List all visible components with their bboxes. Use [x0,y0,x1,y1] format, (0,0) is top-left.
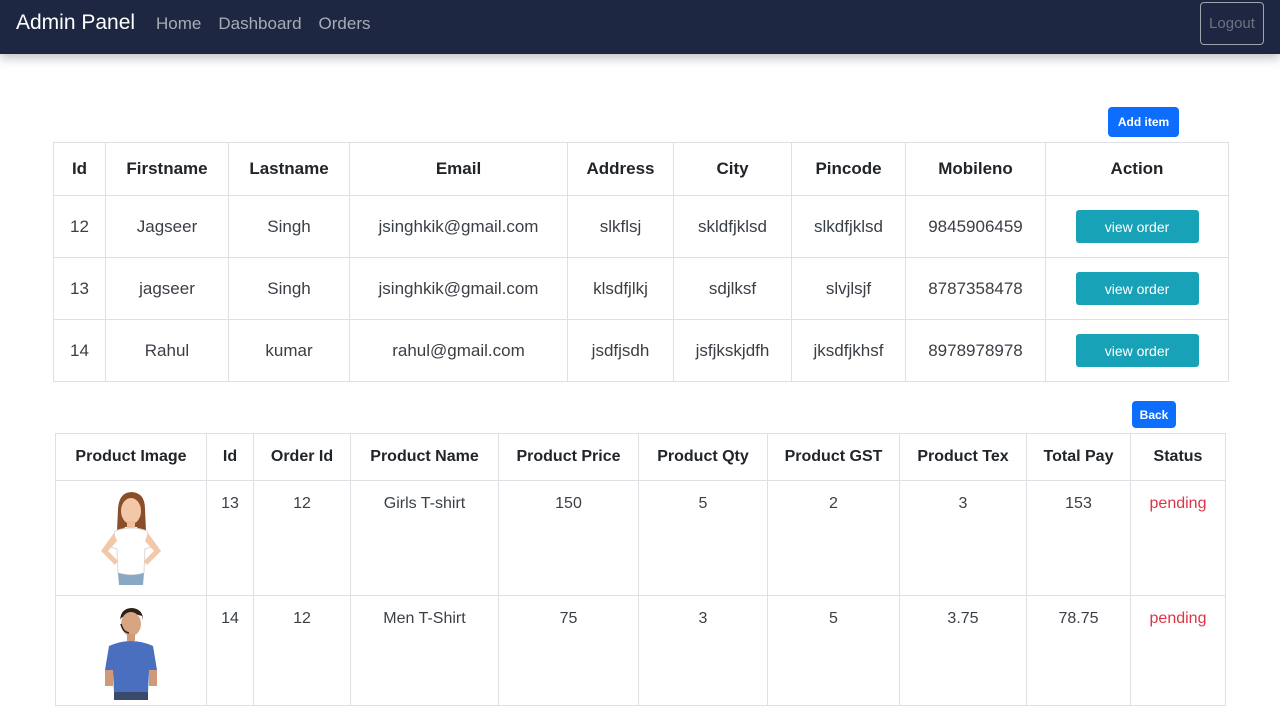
cell-address: slkflsj [567,195,674,258]
col-header-product-tex: Product Tex [899,433,1027,481]
col-header-city: City [673,142,792,196]
view-order-button[interactable]: view order [1075,334,1199,367]
cell-product-tex: 3 [899,480,1027,596]
cell-pincode: slvjlsjf [791,257,906,320]
view-order-button[interactable]: view order [1075,210,1199,243]
cell-action: view order [1045,257,1229,320]
col-header-product-qty: Product Qty [638,433,768,481]
col-header-status: Status [1130,433,1226,481]
cell-email: jsinghkik@gmail.com [349,195,568,258]
nav-link-orders[interactable]: Orders [319,14,371,34]
cell-id: 14 [206,595,254,706]
cell-pincode: slkdfjklsd [791,195,906,258]
cell-email: rahul@gmail.com [349,319,568,382]
table-row: 13 jagseer Singh jsinghkik@gmail.com kls… [53,257,1229,320]
cell-city: skldfjklsd [673,195,792,258]
cell-firstname: jagseer [105,257,229,320]
cell-product-name: Men T-Shirt [350,595,499,706]
col-header-address: Address [567,142,674,196]
col-header-action: Action [1045,142,1229,196]
col-header-product-image: Product Image [55,433,207,481]
col-header-order-id: Order Id [253,433,351,481]
status-badge: pending [1149,495,1207,512]
cell-product-image [55,595,207,706]
cell-firstname: Jagseer [105,195,229,258]
cell-total-pay: 153 [1026,480,1131,596]
cell-product-gst: 5 [767,595,900,706]
cell-address: jsdfjsdh [567,319,674,382]
men-tshirt-photo [105,608,157,700]
cell-lastname: Singh [228,257,350,320]
cell-order-id: 12 [253,480,351,596]
table-row: 14 Rahul kumar rahul@gmail.com jsdfjsdh … [53,319,1229,382]
view-order-button[interactable]: view order [1075,272,1199,305]
cell-product-image [55,480,207,596]
cell-product-price: 75 [498,595,639,706]
cell-product-price: 150 [498,480,639,596]
brand-title[interactable]: Admin Panel [16,11,135,35]
table-row: 12 Jagseer Singh jsinghkik@gmail.com slk… [53,195,1229,258]
cell-product-gst: 2 [767,480,900,596]
back-button[interactable]: Back [1132,401,1176,428]
nav-links: Home Dashboard Orders [156,14,388,34]
cell-id: 12 [53,195,106,258]
cell-lastname: kumar [228,319,350,382]
orders-table-header: Product Image Id Order Id Product Name P… [55,433,1226,481]
cell-status: pending [1130,595,1226,706]
cell-product-qty: 3 [638,595,768,706]
cell-product-tex: 3.75 [899,595,1027,706]
cell-mobileno: 8978978978 [905,319,1046,382]
cell-id: 13 [206,480,254,596]
table-row: 13 12 Girls T-shirt 150 5 2 3 153 pendin… [55,480,1226,596]
status-badge: pending [1149,610,1207,627]
cell-status: pending [1130,480,1226,596]
col-header-mobileno: Mobileno [905,142,1046,196]
cell-product-qty: 5 [638,480,768,596]
cell-total-pay: 78.75 [1026,595,1131,706]
cell-mobileno: 8787358478 [905,257,1046,320]
col-header-product-gst: Product GST [767,433,900,481]
col-header-lastname: Lastname [228,142,350,196]
cell-email: jsinghkik@gmail.com [349,257,568,320]
nav-link-home[interactable]: Home [156,14,201,34]
col-header-total-pay: Total Pay [1026,433,1131,481]
cell-id: 13 [53,257,106,320]
cell-action: view order [1045,195,1229,258]
add-item-button[interactable]: Add item [1108,107,1179,137]
users-table: Id Firstname Lastname Email Address City… [53,142,1229,382]
table-row: 14 12 Men T-Shirt 75 3 5 3.75 78.75 pend… [55,595,1226,706]
col-header-id: Id [53,142,106,196]
top-navbar: Admin Panel Home Dashboard Orders Logout [0,0,1280,54]
col-header-id: Id [206,433,254,481]
cell-id: 14 [53,319,106,382]
col-header-pincode: Pincode [791,142,906,196]
orders-table: Product Image Id Order Id Product Name P… [55,433,1226,706]
cell-action: view order [1045,319,1229,382]
nav-link-dashboard[interactable]: Dashboard [218,14,301,34]
girl-tshirt-photo [101,492,161,585]
cell-product-name: Girls T-shirt [350,480,499,596]
cell-lastname: Singh [228,195,350,258]
cell-order-id: 12 [253,595,351,706]
col-header-product-name: Product Name [350,433,499,481]
users-table-header: Id Firstname Lastname Email Address City… [53,142,1229,196]
col-header-email: Email [349,142,568,196]
cell-firstname: Rahul [105,319,229,382]
col-header-product-price: Product Price [498,433,639,481]
col-header-firstname: Firstname [105,142,229,196]
cell-city: jsfjkskjdfh [673,319,792,382]
logout-button[interactable]: Logout [1200,2,1264,45]
cell-pincode: jksdfjkhsf [791,319,906,382]
cell-city: sdjlksf [673,257,792,320]
cell-address: klsdfjlkj [567,257,674,320]
cell-mobileno: 9845906459 [905,195,1046,258]
